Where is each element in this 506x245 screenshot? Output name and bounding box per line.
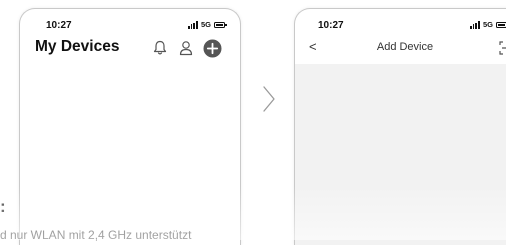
nav-title: Add Device [376, 41, 434, 53]
chevron-right-icon [262, 85, 276, 118]
section-label: : [0, 197, 6, 216]
network-label: 5G [200, 20, 211, 29]
status-time: 10:27 [318, 20, 344, 31]
signal-icon [469, 20, 480, 29]
nav-bar: < Add Device [295, 37, 506, 59]
add-icon[interactable] [203, 39, 222, 58]
bell-icon[interactable] [152, 39, 168, 57]
network-label: 5G [482, 20, 493, 29]
status-bar-right: 5G [469, 20, 506, 29]
status-bar-right: 5G [187, 20, 227, 29]
battery-icon [496, 21, 506, 28]
user-icon[interactable] [178, 39, 194, 57]
signal-icon [187, 20, 198, 29]
battery-icon [214, 21, 227, 28]
phone-screen-add-device: 10:27 5G < Add Device [294, 8, 506, 245]
status-time: 10:27 [46, 20, 72, 31]
phone-screen-my-devices: 10:27 5G My Devices [19, 8, 241, 245]
scan-icon[interactable] [499, 41, 506, 60]
page-title: My Devices [35, 38, 120, 55]
content-area [295, 64, 506, 245]
